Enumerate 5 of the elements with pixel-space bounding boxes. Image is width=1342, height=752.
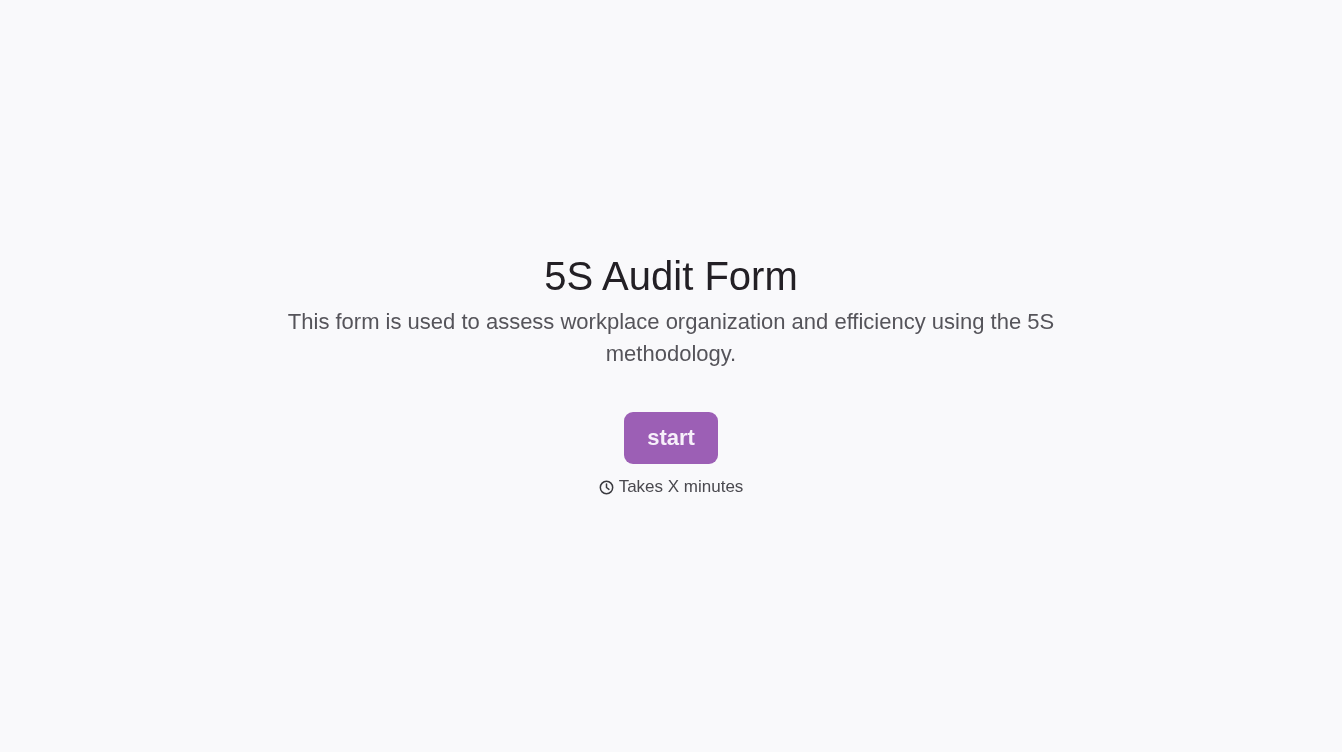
clock-icon	[598, 479, 614, 495]
form-description: This form is used to assess workplace organization and efficiency using the 5S methodology.	[286, 308, 1056, 368]
duration-text: Takes X minutes	[618, 477, 744, 497]
start-button[interactable]: start	[624, 412, 718, 464]
form-title: 5S Audit Form	[544, 253, 798, 300]
